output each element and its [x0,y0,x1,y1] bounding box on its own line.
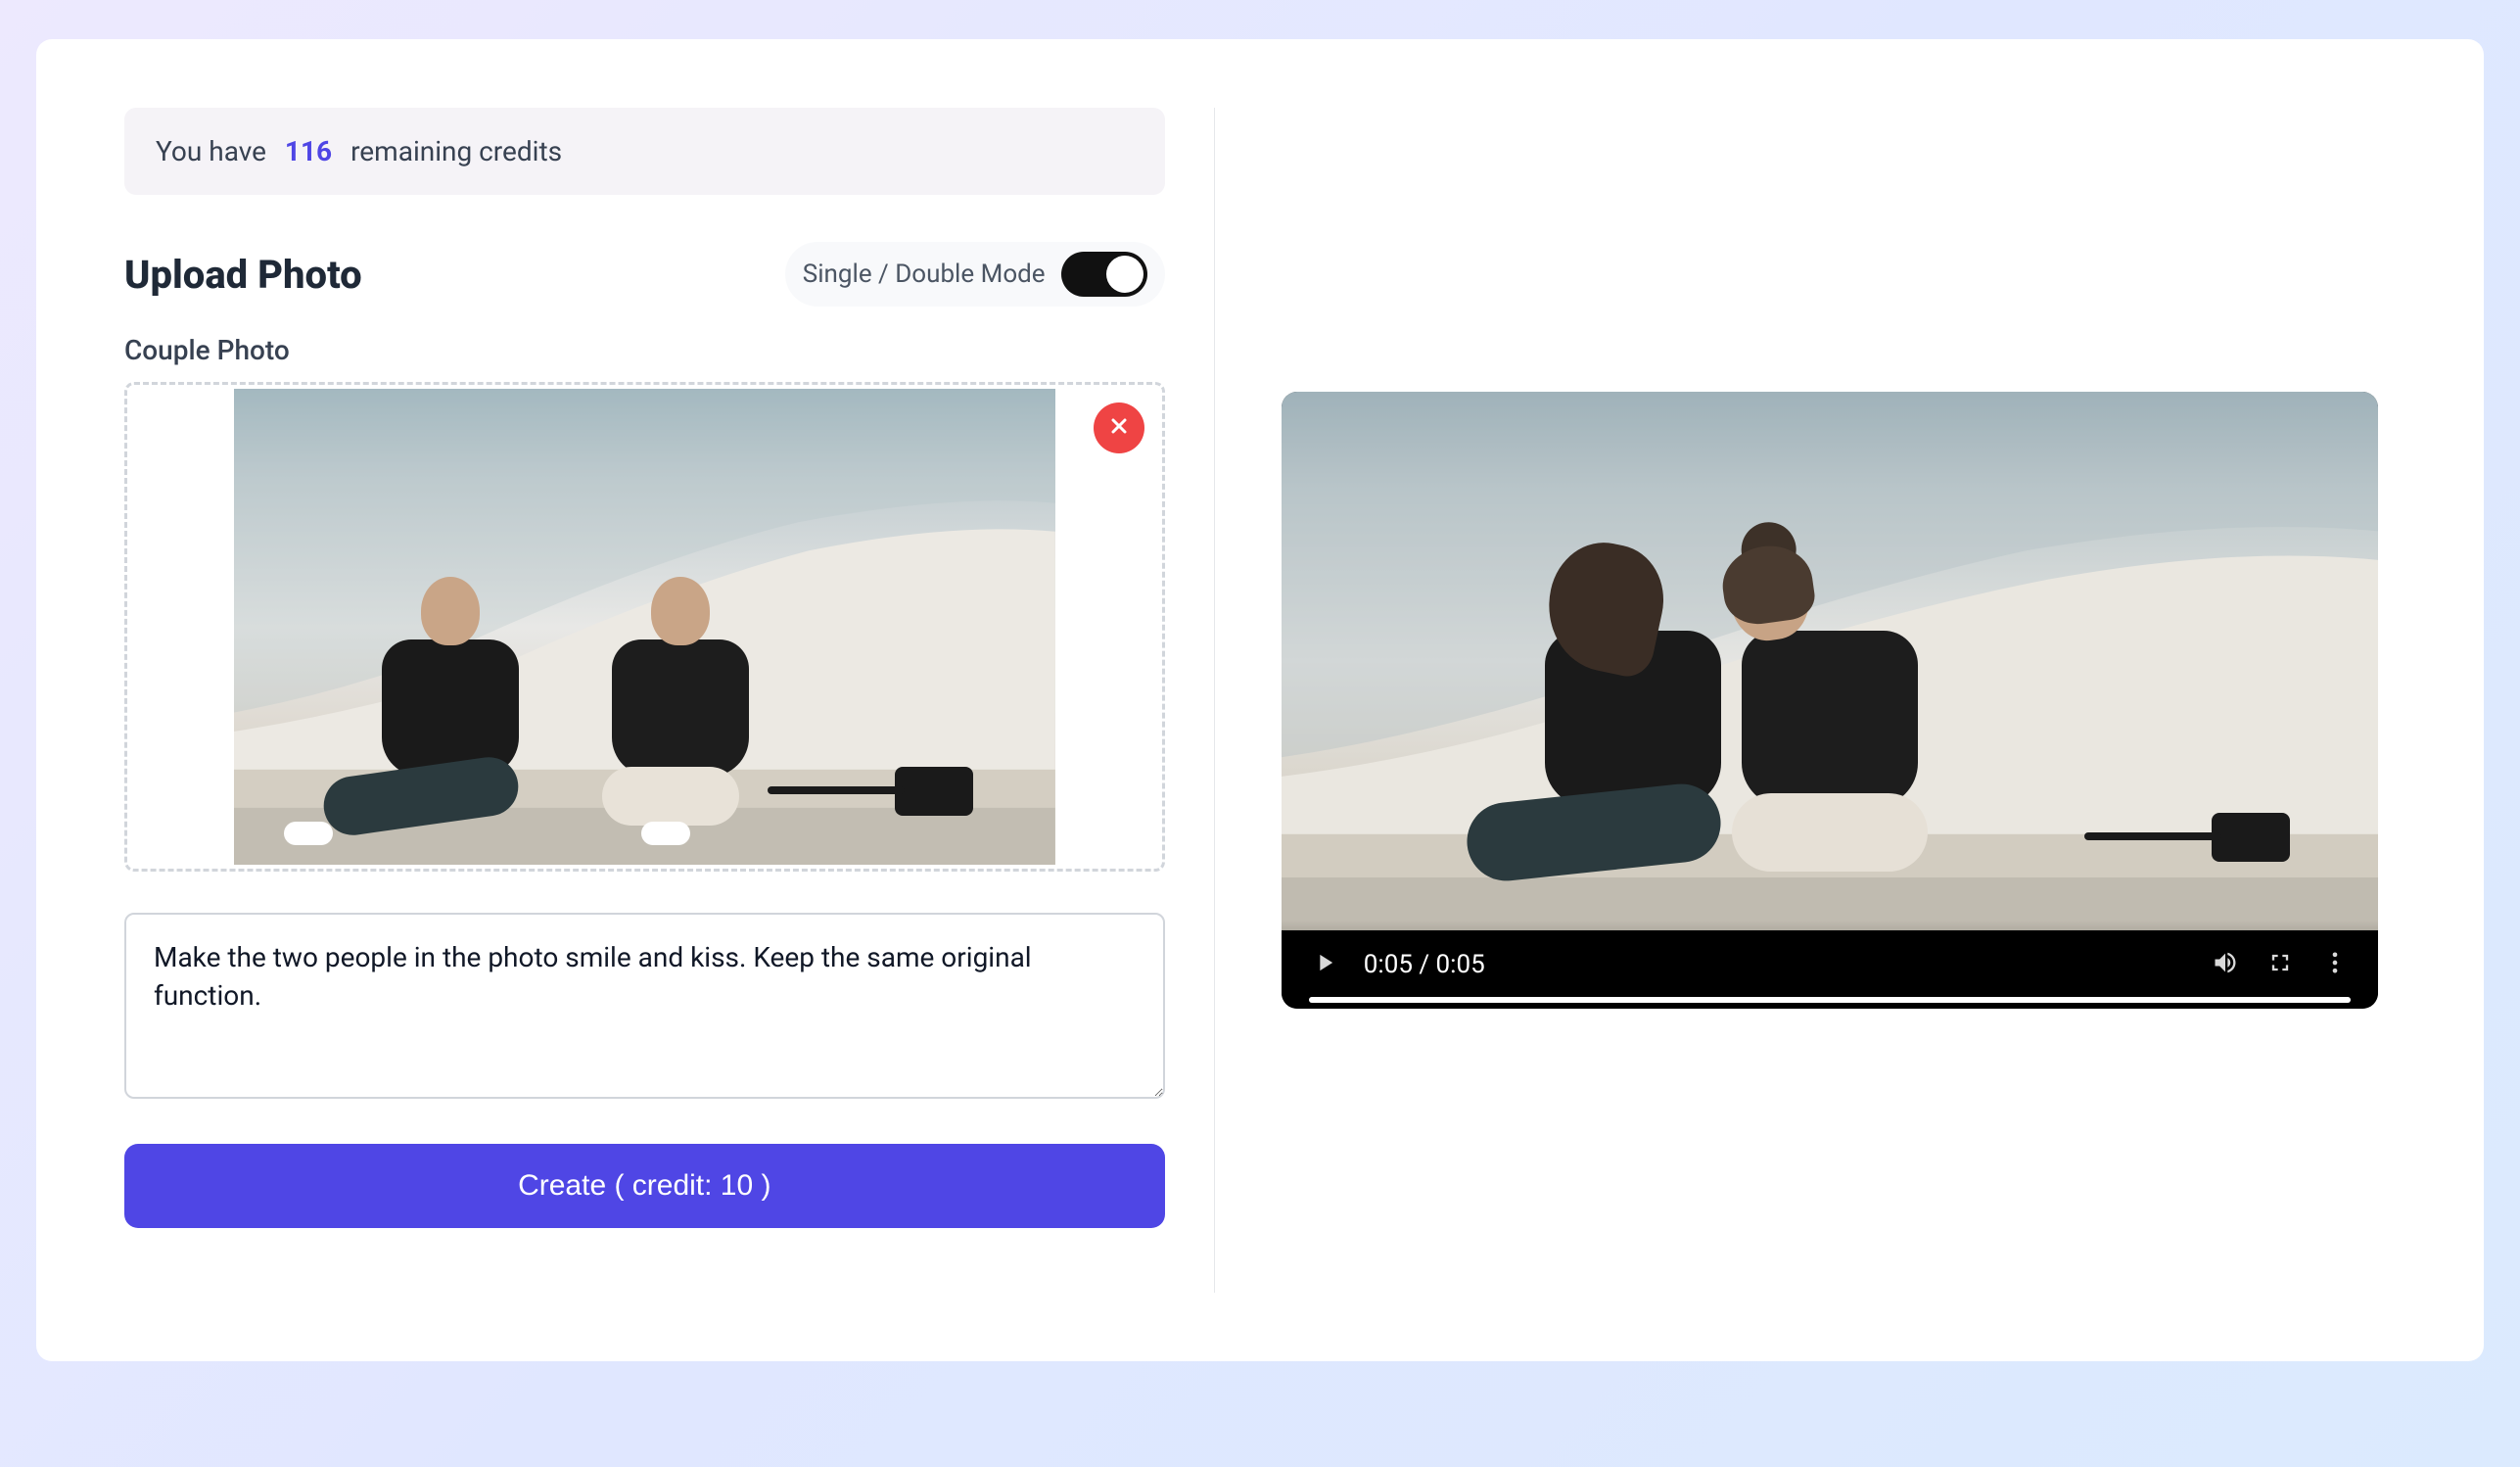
fullscreen-icon [2266,949,2294,980]
volume-icon [2212,949,2239,980]
video-progress[interactable] [1309,997,2351,1003]
more-vert-icon [2321,949,2349,980]
credits-count: 116 [273,135,344,167]
volume-button[interactable] [2210,949,2241,980]
upload-title: Upload Photo [124,252,362,298]
video-controls: 0:05 / 0:05 [1282,921,2378,1009]
mode-toggle-container: Single / Double Mode [785,242,1165,307]
remove-photo-button[interactable] [1094,402,1144,453]
left-panel: You have 116 remaining credits Upload Ph… [124,108,1215,1293]
video-player[interactable]: 0:05 / 0:05 [1282,392,2378,1009]
credits-bar: You have 116 remaining credits [124,108,1165,195]
upload-area[interactable] [124,382,1165,872]
close-icon [1107,414,1131,442]
play-button[interactable] [1309,949,1340,980]
couple-photo-label: Couple Photo [124,334,1165,366]
uploaded-photo [234,389,1055,865]
play-icon [1311,949,1338,980]
prompt-input[interactable] [124,913,1165,1099]
create-button[interactable]: Create ( credit: 10 ) [124,1144,1165,1228]
right-panel: 0:05 / 0:05 [1215,108,2396,1293]
mode-toggle[interactable] [1061,252,1147,297]
video-frame [1282,392,2378,930]
credits-prefix: You have [156,135,266,167]
main-card: You have 116 remaining credits Upload Ph… [36,39,2484,1361]
credits-suffix: remaining credits [350,135,562,167]
fullscreen-button[interactable] [2264,949,2296,980]
toggle-knob [1106,256,1143,293]
mode-label: Single / Double Mode [803,260,1046,289]
more-button[interactable] [2319,949,2351,980]
upload-header: Upload Photo Single / Double Mode [124,242,1165,307]
progress-fill [1309,997,2351,1003]
video-time: 0:05 / 0:05 [1364,950,2186,979]
